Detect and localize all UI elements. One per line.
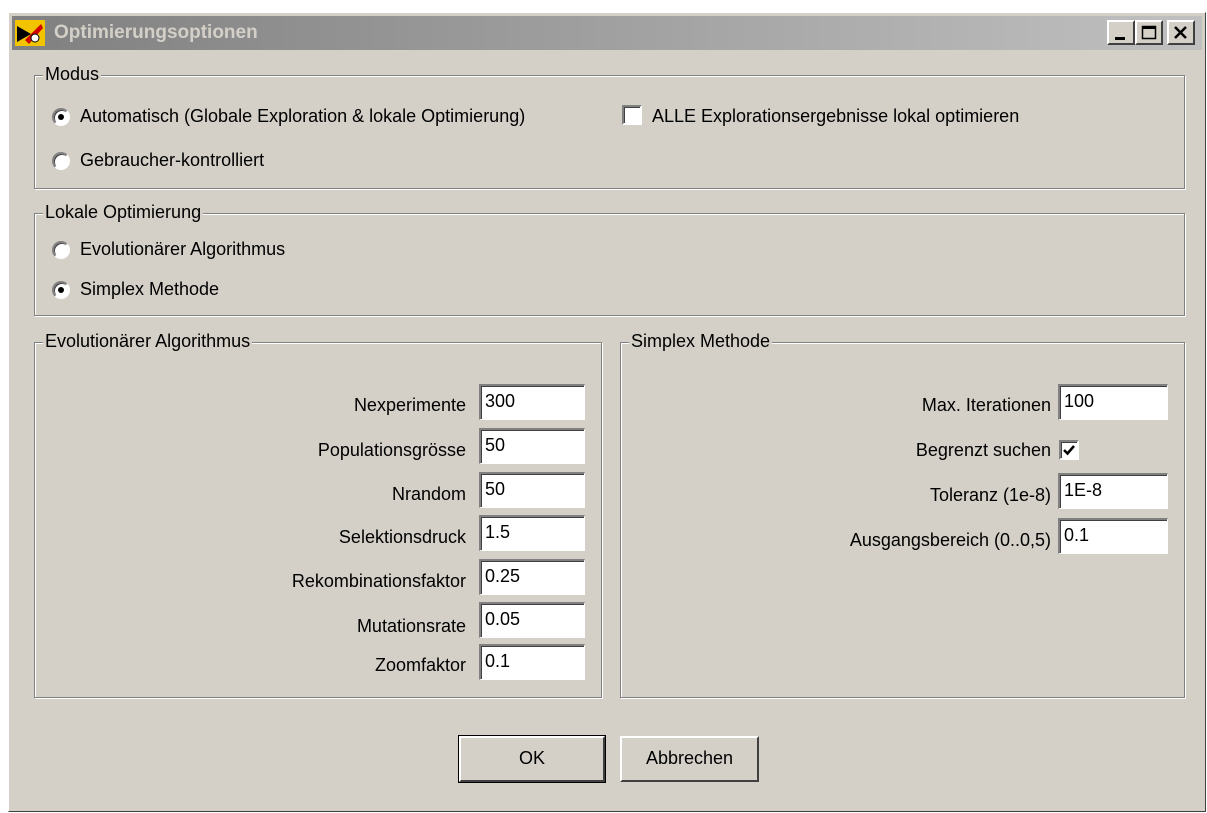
maximize-button[interactable] bbox=[1135, 20, 1163, 45]
close-button[interactable] bbox=[1167, 20, 1195, 45]
radio-simplex-label: Simplex Methode bbox=[80, 279, 220, 299]
max-iterationen-input[interactable]: 100 bbox=[1058, 384, 1168, 420]
evo-group: Evolutionärer Algorithmus Nexperimente 3… bbox=[34, 331, 602, 698]
title-bar[interactable]: Optimierungsoptionen bbox=[12, 16, 1202, 50]
populationsgroesse-input[interactable]: 50 bbox=[479, 428, 585, 464]
nrandom-input[interactable]: 50 bbox=[479, 472, 585, 508]
window-title: Optimierungsoptionen bbox=[54, 22, 258, 43]
dialog-window: Optimierungsoptionen Modus Automatisch (… bbox=[8, 12, 1206, 812]
rekombinationsfaktor-label: Rekombinationsfaktor bbox=[291, 571, 466, 591]
close-icon bbox=[1174, 26, 1187, 39]
simplex-group: Simplex Methode Max. Iterationen 100 Beg… bbox=[620, 331, 1185, 698]
nexperimente-input[interactable]: 300 bbox=[479, 384, 585, 420]
checkbox-alle-box[interactable] bbox=[622, 105, 642, 125]
cancel-button[interactable]: Abbrechen bbox=[620, 736, 759, 782]
radio-evolutionaer-label: Evolutionärer Algorithmus bbox=[80, 239, 286, 259]
modus-legend: Modus bbox=[43, 64, 102, 85]
toleranz-label: Toleranz (1e-8) bbox=[929, 485, 1051, 505]
radio-gebraucher-label: Gebraucher-kontrolliert bbox=[80, 150, 265, 170]
minimize-icon bbox=[1115, 37, 1125, 40]
ok-button[interactable]: OK bbox=[458, 735, 606, 783]
modus-group: Modus Automatisch (Globale Exploration &… bbox=[34, 64, 1185, 189]
begrenzt-suchen-label: Begrenzt suchen bbox=[915, 440, 1051, 460]
zoomfaktor-label: Zoomfaktor bbox=[374, 655, 466, 675]
evo-legend: Evolutionärer Algorithmus bbox=[43, 331, 253, 352]
mutationsrate-label: Mutationsrate bbox=[356, 616, 466, 636]
maximize-icon bbox=[1141, 25, 1157, 40]
populationsgroesse-label: Populationsgrösse bbox=[317, 440, 466, 460]
mutationsrate-input[interactable]: 0.05 bbox=[479, 602, 585, 638]
toleranz-input[interactable]: 1E-8 bbox=[1058, 473, 1168, 509]
selektionsdruck-label: Selektionsdruck bbox=[338, 527, 466, 547]
minimize-button[interactable] bbox=[1107, 20, 1135, 45]
zoomfaktor-input[interactable]: 0.1 bbox=[479, 644, 585, 680]
radio-gebraucher-circle[interactable] bbox=[52, 152, 70, 170]
checkbox-alle-label: ALLE Explorationsergebnisse lokal optimi… bbox=[652, 106, 1020, 126]
lokal-group: Lokale Optimierung Evolutionärer Algorit… bbox=[34, 202, 1185, 316]
nexperimente-label: Nexperimente bbox=[353, 395, 466, 415]
ausgangsbereich-label: Ausgangsbereich (0..0,5) bbox=[849, 530, 1051, 550]
checkmark-icon bbox=[1063, 445, 1075, 456]
lokal-legend: Lokale Optimierung bbox=[43, 202, 204, 223]
radio-evolutionaer-circle[interactable] bbox=[52, 241, 70, 259]
radio-automatisch-circle[interactable] bbox=[52, 108, 70, 126]
app-icon bbox=[15, 20, 45, 46]
radio-simplex-circle[interactable] bbox=[52, 281, 70, 299]
rekombinationsfaktor-input[interactable]: 0.25 bbox=[479, 559, 585, 595]
nrandom-label: Nrandom bbox=[391, 484, 466, 504]
ausgangsbereich-input[interactable]: 0.1 bbox=[1058, 518, 1168, 554]
simplex-legend: Simplex Methode bbox=[629, 331, 773, 352]
radio-automatisch-label: Automatisch (Globale Exploration & lokal… bbox=[80, 106, 526, 126]
begrenzt-suchen-checkbox[interactable] bbox=[1059, 440, 1079, 460]
selektionsdruck-input[interactable]: 1.5 bbox=[479, 515, 585, 551]
max-iterationen-label: Max. Iterationen bbox=[921, 395, 1051, 415]
